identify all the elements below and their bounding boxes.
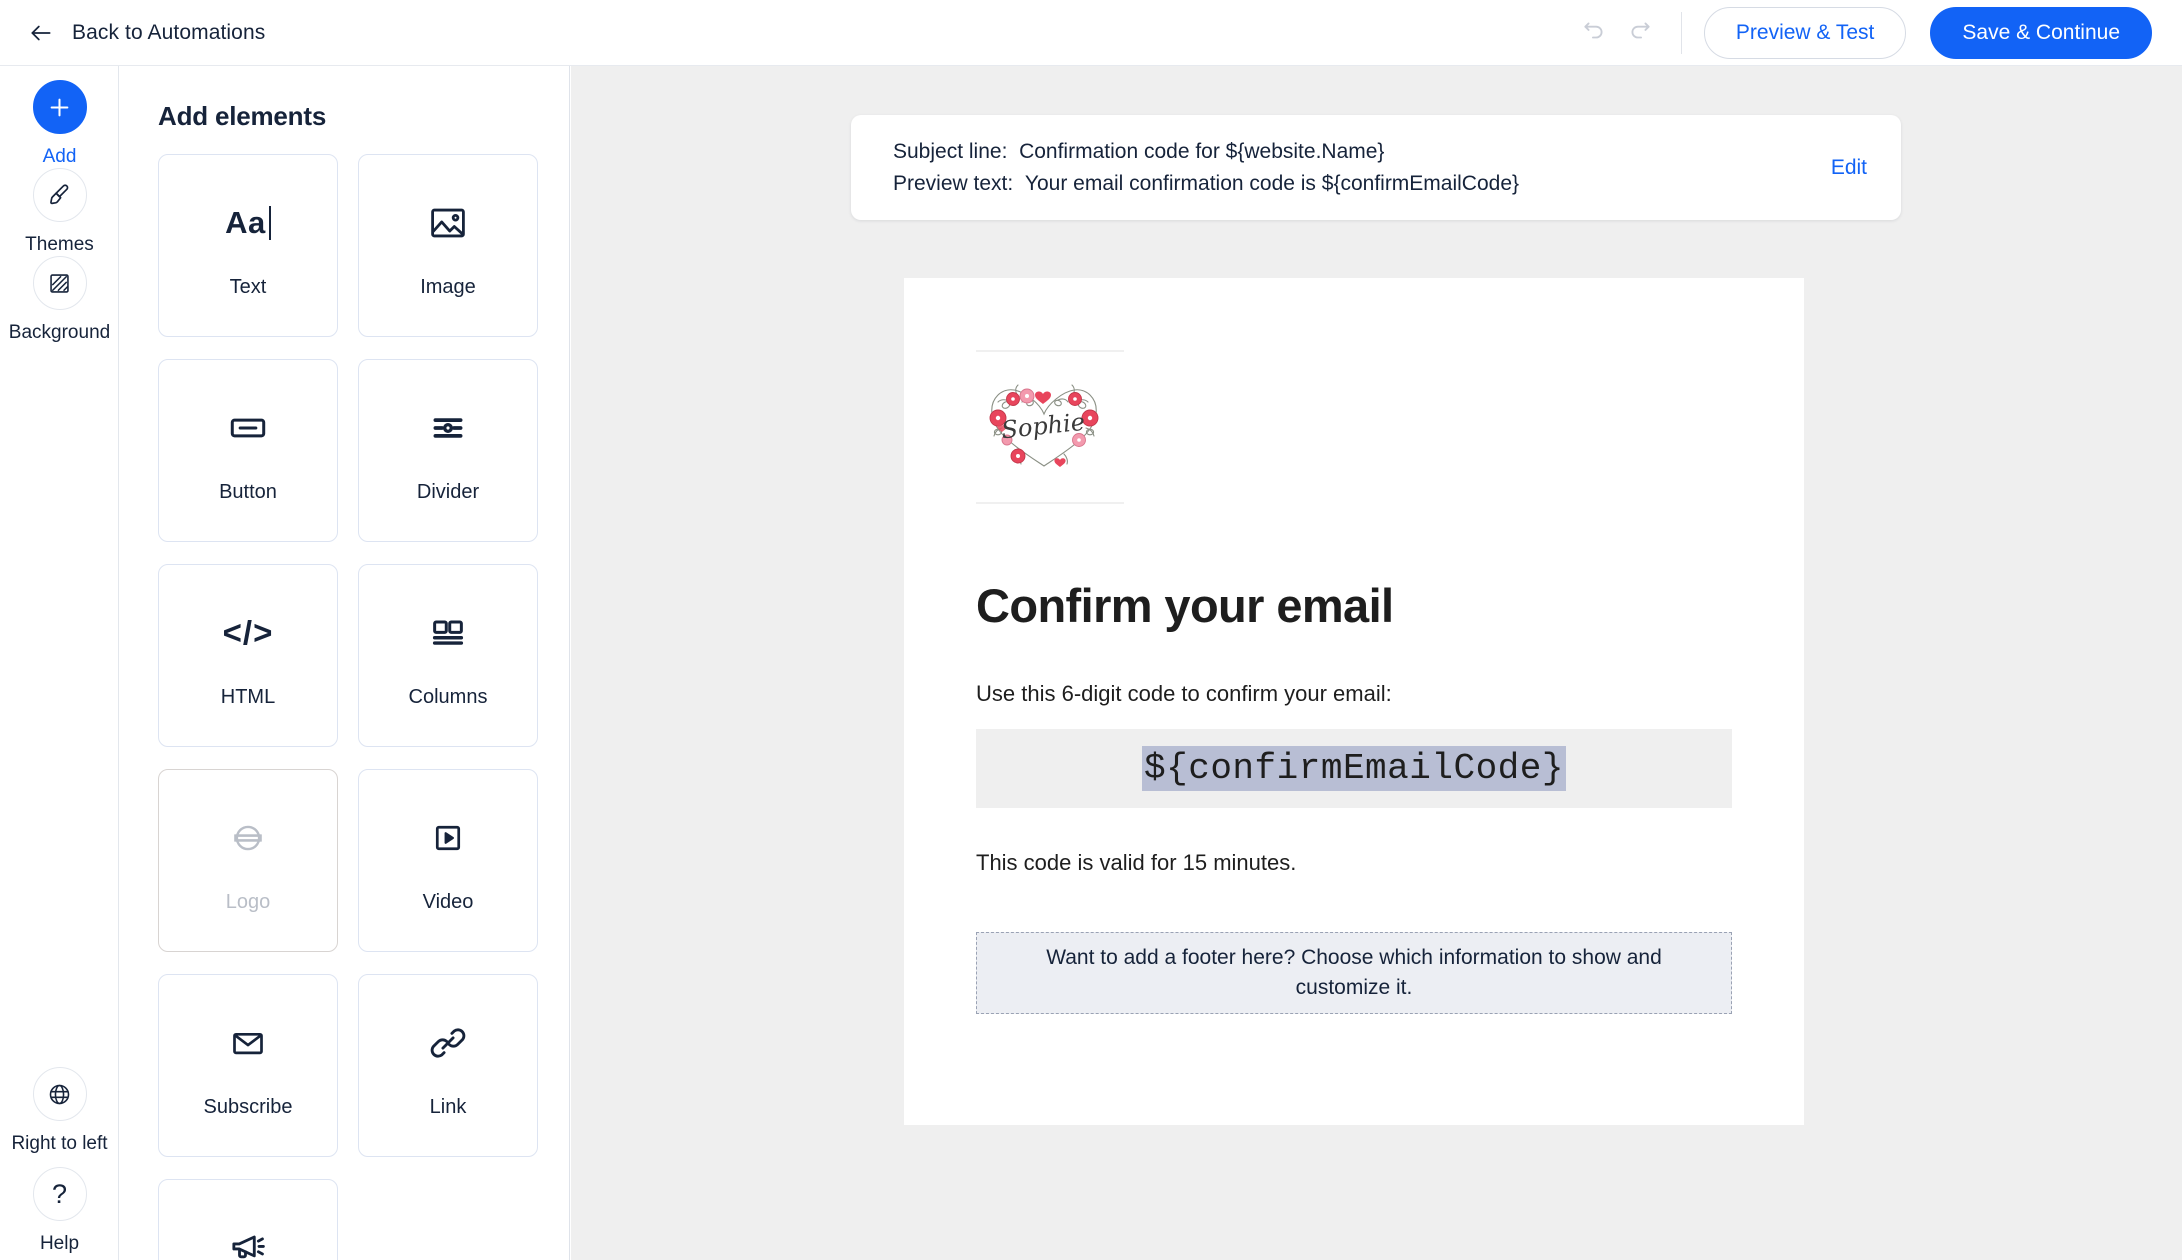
element-card-label: Divider [416,481,480,503]
element-card-subscribe[interactable]: Subscribe [158,974,338,1157]
element-card-html[interactable]: </> HTML [158,564,338,747]
element-card-video[interactable]: Video [358,769,538,952]
footer-placeholder-text: Want to add a footer here? Choose which … [1046,945,1662,999]
subject-line-card: Subject line: Confirmation code for ${we… [851,115,1901,220]
undo-button[interactable] [1571,10,1617,56]
element-card-label: Button [219,481,277,503]
globe-icon [32,1067,87,1121]
code-brackets-icon: </> [222,614,274,651]
back-to-automations-button[interactable]: Back to Automations [28,20,265,46]
toolbar-divider [1680,11,1682,54]
hatched-square-icon [32,256,87,310]
text-aa-icon: Aa [225,192,271,254]
subject-line-value: Confirmation code for ${website.Name} [1019,139,1385,163]
sophie-floral-heart-logo-icon: Sophie [989,384,1099,467]
rail-label-add: Add [42,146,77,167]
save-and-continue-button[interactable]: Save & Continue [1930,6,2152,59]
rail-label-background: Background [8,322,111,343]
question-mark-icon: ? [32,1167,87,1221]
element-card-label: HTML [220,686,276,708]
back-to-automations-label: Back to Automations [72,20,266,44]
email-body: Sophie Confirm your email Use this 6-dig… [904,278,1804,1014]
rail-label-themes: Themes [25,234,94,255]
element-card-social[interactable]: Social [158,1179,338,1260]
columns-icon [426,602,470,664]
element-card-logo: Logo [158,769,338,952]
link-chain-icon [427,1012,469,1074]
preview-text-label: Preview text: [893,171,1014,195]
plus-icon [32,80,87,134]
element-card-button[interactable]: Button [158,359,338,542]
redo-icon [1627,18,1653,47]
elements-grid: Aa Text Image Button Divider </> HTML Co… [158,154,538,1260]
element-card-label: Columns [408,686,488,708]
redo-button[interactable] [1617,10,1663,56]
envelope-icon [227,1012,269,1074]
email-validity-text[interactable]: This code is valid for 15 minutes. [976,850,1732,876]
element-card-link[interactable]: Link [358,974,538,1157]
button-icon [226,397,270,459]
rail-label-right-to-left: Right to left [11,1133,108,1154]
subject-line-row: Subject line: Confirmation code for ${we… [893,140,1519,164]
megaphone-icon [226,1217,270,1260]
rail-item-themes[interactable]: Themes [0,168,119,256]
rail-item-background[interactable]: Background [0,256,119,344]
element-card-label: Link [429,1096,467,1118]
element-card-label: Logo [225,891,271,913]
paintbrush-icon [32,168,87,222]
email-builder-screen: Back to Automations Preview & Test Save … [0,0,2182,1260]
element-card-label: Image [420,276,476,298]
email-heading[interactable]: Confirm your email [976,578,1732,633]
element-card-divider[interactable]: Divider [358,359,538,542]
divider-icon [426,397,470,459]
subject-line-label: Subject line: [893,139,1008,163]
edit-subject-link[interactable]: Edit [1831,156,1867,180]
confirmation-code-token[interactable]: ${confirmEmailCode} [1142,746,1566,791]
element-card-columns[interactable]: Columns [358,564,538,747]
preview-text-row: Preview text: Your email confirmation co… [893,172,1519,196]
email-code-block[interactable]: ${confirmEmailCode} [976,729,1732,808]
preview-text-value: Your email confirmation code is ${confir… [1024,171,1520,195]
logo-rule-top [976,350,1124,352]
element-card-text[interactable]: Aa Text [158,154,338,337]
email-intro-text[interactable]: Use this 6-digit code to confirm your em… [976,681,1732,707]
top-toolbar: Back to Automations Preview & Test Save … [0,0,2182,66]
email-preview-card: Sophie Confirm your email Use this 6-dig… [904,278,1804,1125]
image-icon [427,192,469,254]
logo-rule-bottom [976,502,1124,504]
element-card-label: Video [422,891,474,913]
preview-and-test-button[interactable]: Preview & Test [1703,6,1907,59]
footer-placeholder[interactable]: Want to add a footer here? Choose which … [976,932,1732,1014]
element-card-label: Text [229,276,267,298]
panel-title: Add elements [158,101,327,131]
add-elements-panel: Add elements Aa Text Image Button Divide… [120,66,570,1260]
left-icon-rail: Add Themes Background Right to left ? He… [0,66,119,1260]
rail-item-right-to-left[interactable]: Right to left [0,1067,119,1155]
element-card-label: Subscribe [203,1096,293,1118]
toolbar-actions: Preview & Test Save & Continue [1571,6,2152,59]
email-canvas: Subject line: Confirmation code for ${we… [571,66,2182,1260]
rail-item-add[interactable]: Add [0,80,119,168]
email-logo-block[interactable]: Sophie [976,350,1124,504]
subject-line-texts: Subject line: Confirmation code for ${we… [893,140,1519,196]
arrow-left-icon [28,20,54,46]
logo-icon [227,807,269,869]
element-card-image[interactable]: Image [358,154,538,337]
rail-item-help[interactable]: ? Help [0,1167,119,1255]
rail-label-help: Help [39,1233,80,1254]
video-play-icon [428,807,468,869]
undo-icon [1581,18,1607,47]
